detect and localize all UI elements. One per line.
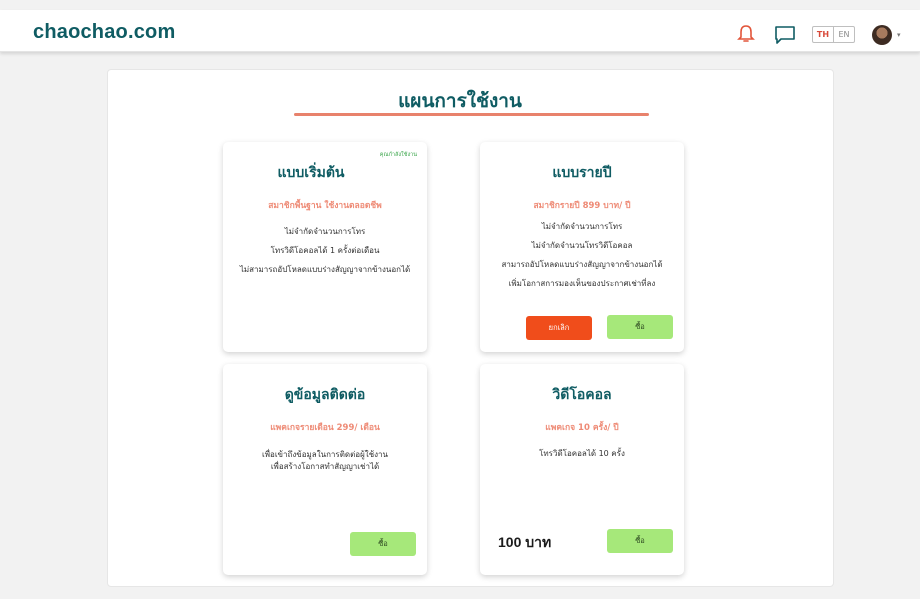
feature-item: ไม่จำกัดจำนวนการโทร — [284, 227, 366, 236]
plans-panel — [107, 69, 834, 587]
plan-features: ไม่จำกัดจำนวนการโทร ไม่จำกัดจำนวนโทรวิดี… — [480, 217, 684, 293]
feature-item: ไม่จำกัดจำนวนโทรวิดีโอคอล — [531, 241, 633, 250]
feature-item: ไม่จำกัดจำนวนการโทร — [541, 222, 623, 231]
feature-item: ไม่สามารถอัปโหลดแบบร่างสัญญาจากข้างนอกได… — [239, 265, 411, 274]
top-bar: chaochao.com TH EN ▾ — [0, 10, 920, 52]
plan-title: วิดีโอคอล — [552, 387, 612, 403]
plan-card-videocall: วิดีโอคอล แพคเกจ 10 ครั้ง/ ปี โทรวิดีโอค… — [480, 364, 684, 575]
lang-th-option[interactable]: TH — [813, 27, 834, 42]
feature-item: เพิ่มโอกาสการมองเห็นของประกาศเช่าที่ลง — [508, 279, 656, 288]
avatar[interactable] — [872, 25, 892, 45]
buy-button[interactable]: ซื้อ — [607, 315, 673, 339]
cancel-button[interactable]: ยกเลิก — [526, 316, 592, 340]
plan-features: โทรวิดีโอคอลได้ 10 ครั้ง — [480, 444, 684, 463]
plan-title: ดูข้อมูลติดต่อ — [284, 387, 366, 403]
title-underline — [294, 113, 649, 116]
plan-subtitle: แพคเกจรายเดือน 299/ เดือน — [270, 423, 380, 433]
feature-item: โทรวิดีโอคอลได้ 1 ครั้งต่อเดือน — [270, 246, 380, 255]
plan-features: เพื่อเข้าถึงข้อมูลในการติดต่อผู้ใช้งาน เ… — [223, 449, 427, 473]
buy-button[interactable]: ซื้อ — [350, 532, 416, 556]
chevron-down-icon[interactable]: ▾ — [897, 31, 901, 39]
language-switcher[interactable]: TH EN — [812, 26, 855, 43]
plan-subtitle: สมาชิกรายปี 899 บาท/ ปี — [533, 201, 631, 211]
plan-card-basic: คุณกำลังใช้งาน แบบเริ่มต้น สมาชิกพื้นฐาน… — [223, 142, 427, 352]
plan-title: แบบเริ่มต้น — [277, 165, 345, 181]
buy-button[interactable]: ซื้อ — [607, 529, 673, 553]
price-label: 100 บาท — [498, 534, 552, 550]
chat-icon[interactable] — [774, 25, 796, 45]
page-title: แผนการใช้งาน — [398, 90, 522, 112]
plan-title: แบบรายปี — [552, 165, 612, 181]
lang-en-option[interactable]: EN — [834, 27, 854, 42]
plan-features: ไม่จำกัดจำนวนการโทร โทรวิดีโอคอลได้ 1 คร… — [223, 222, 427, 279]
feature-item: เพื่อสร้างโอกาสทำสัญญาเช่าได้ — [270, 462, 380, 471]
current-plan-badge: คุณกำลังใช้งาน — [379, 152, 417, 158]
plan-subtitle: สมาชิกพื้นฐาน ใช้งานตลอดชีพ — [268, 201, 382, 211]
plan-card-contact: ดูข้อมูลติดต่อ แพคเกจรายเดือน 299/ เดือน… — [223, 364, 427, 575]
feature-item: สามารถอัปโหลดแบบร่างสัญญาจากข้างนอกได้ — [501, 260, 663, 269]
brand-logo[interactable]: chaochao.com — [33, 21, 175, 44]
feature-item: เพื่อเข้าถึงข้อมูลในการติดต่อผู้ใช้งาน — [262, 450, 388, 459]
bell-icon[interactable] — [737, 24, 755, 44]
feature-item: โทรวิดีโอคอลได้ 10 ครั้ง — [539, 449, 625, 458]
plan-card-yearly: แบบรายปี สมาชิกรายปี 899 บาท/ ปี ไม่จำกั… — [480, 142, 684, 352]
plan-subtitle: แพคเกจ 10 ครั้ง/ ปี — [545, 423, 619, 433]
